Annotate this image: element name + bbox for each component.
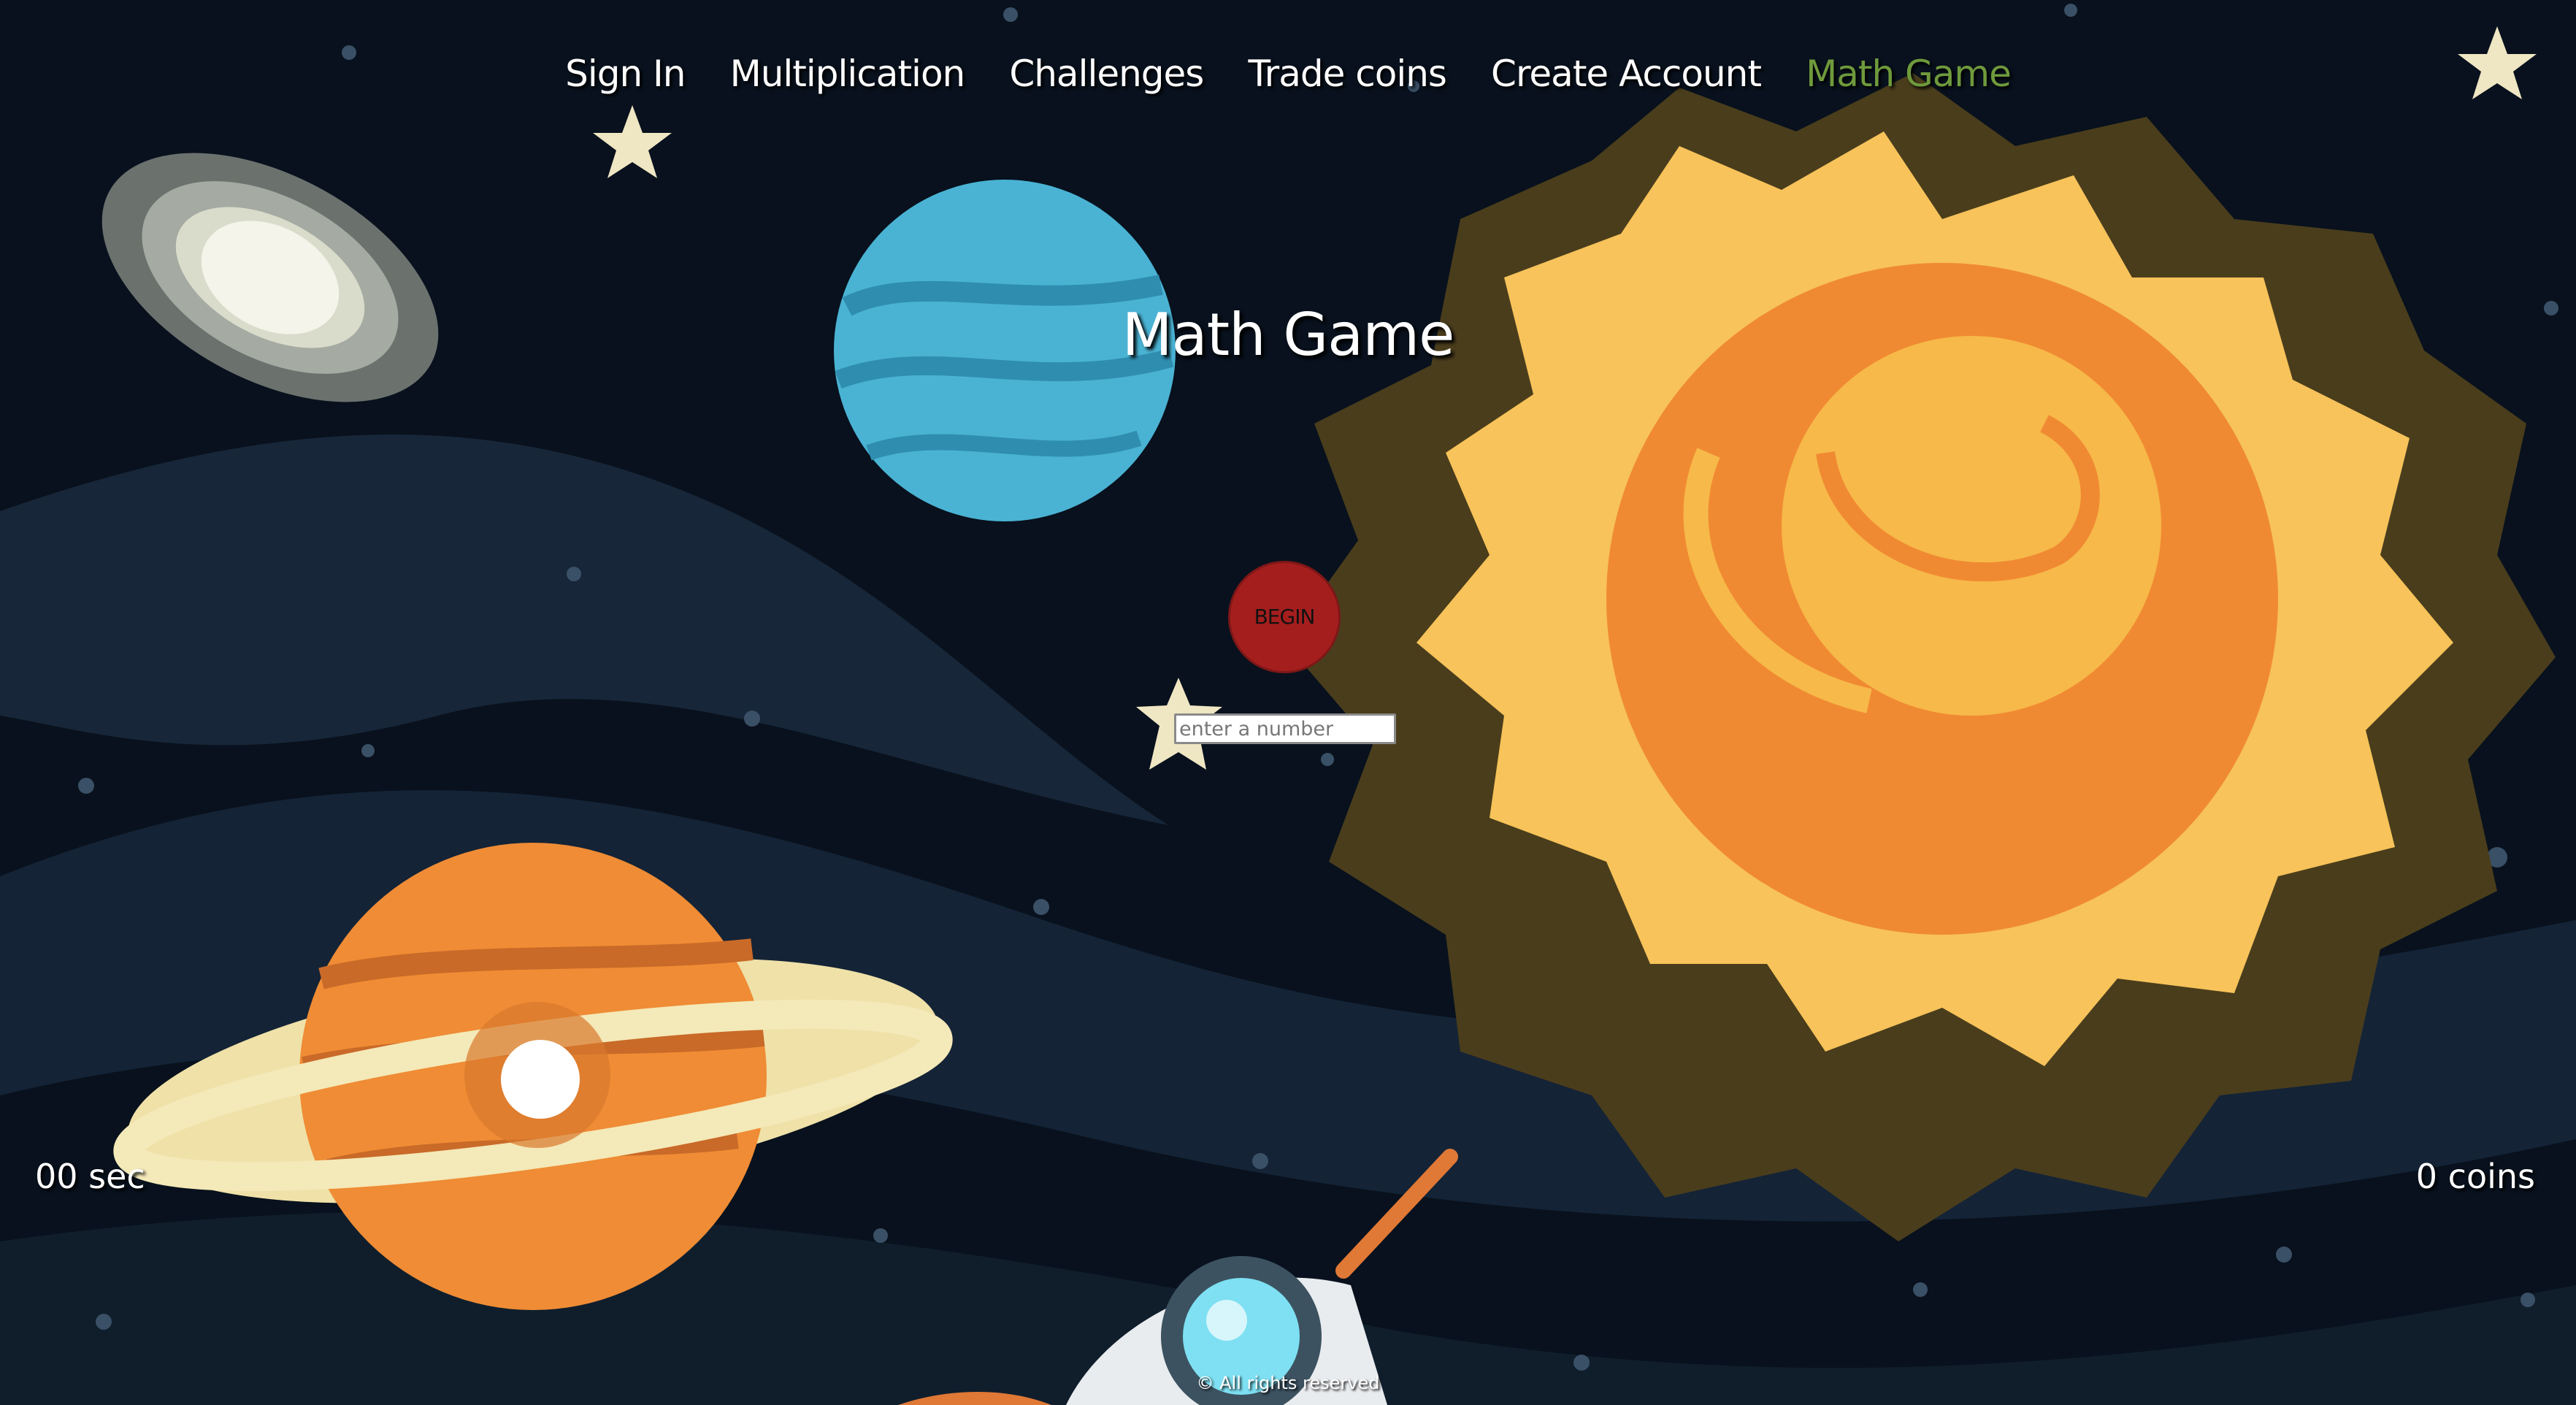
nav-math-game[interactable]: Math Game [1806,53,2012,95]
nav-challenges[interactable]: Challenges [1009,53,1204,95]
nav-trade-coins[interactable]: Trade coins [1248,53,1446,95]
page-title: Math Game [1122,301,1455,369]
nav-sign-in[interactable]: Sign In [565,53,686,95]
top-navigation: Sign In Multiplication Challenges Trade … [0,53,2576,95]
space-background: Sign In Multiplication Challenges Trade … [0,0,2576,1405]
nav-multiplication[interactable]: Multiplication [730,53,966,95]
coins-display: 0 coins [2415,1157,2535,1196]
timer-display: 00 sec [35,1157,145,1196]
number-input[interactable] [1174,713,1396,744]
space-scene-illustration [0,4,2576,1405]
footer-copyright: © All rights reserved [1196,1373,1380,1393]
nav-create-account[interactable]: Create Account [1491,53,1762,95]
begin-button[interactable]: BEGIN [1228,561,1341,673]
galaxy-illustration [101,153,439,402]
